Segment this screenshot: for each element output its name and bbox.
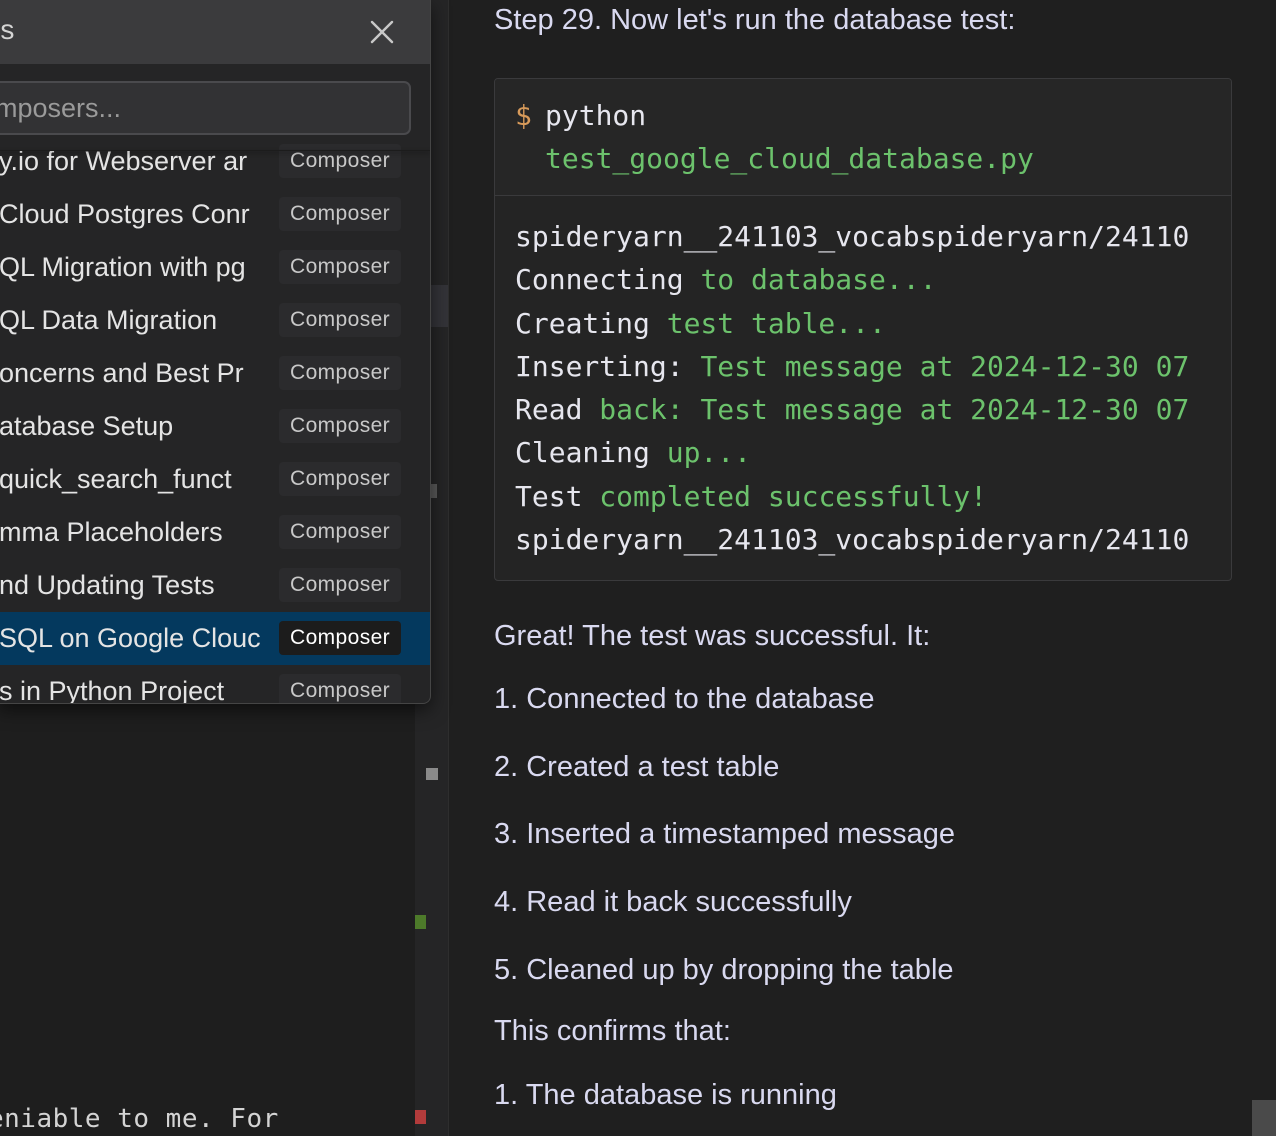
output-line: Inserting: Test message at 2024-12-30 07: [515, 345, 1211, 388]
output-value: to database...: [700, 263, 937, 297]
composer-badge: Composer: [279, 515, 402, 549]
composer-list-item[interactable]: oncerns and Best Pr Composer: [0, 347, 430, 400]
composers-popup: rs y.io for Webserver arComposerCloud Po…: [0, 0, 431, 704]
steps-list-item: 1. Connected to the database: [494, 683, 875, 715]
composer-list-item[interactable]: mma Placeholders Composer: [0, 506, 430, 559]
output-label: Test: [515, 479, 600, 513]
steps-list-item: 5. Cleaned up by dropping the table: [494, 954, 954, 986]
composer-name: atabase Setup: [0, 411, 174, 441]
composer-name: mma Placeholders: [0, 517, 223, 547]
output-value: test table...: [666, 306, 886, 340]
composer-list-item[interactable]: s in Python Project Composer: [0, 665, 430, 704]
output-line: spideryarn__241103_vocabspideryarn/24110: [515, 215, 1211, 258]
composer-badge: Composer: [279, 462, 402, 496]
steps-list-item: 3. Inserted a timestamped message: [494, 818, 956, 850]
composer-badge: Composer: [279, 674, 402, 703]
command-text: python: [545, 99, 647, 132]
output-label: Connecting: [515, 263, 701, 297]
composer-name: y.io for Webserver ar: [0, 146, 248, 176]
output-value: up...: [666, 436, 752, 470]
output-line: spideryarn__241103_vocabspideryarn/24110: [515, 518, 1211, 561]
composer-badge: Composer: [279, 197, 402, 231]
ruler-marker-red: [415, 1110, 426, 1124]
confirm-text: This confirms that:: [494, 1015, 731, 1047]
composer-badge: Composer: [279, 409, 402, 443]
steps-list-item: 4. Read it back successfully: [494, 886, 852, 918]
output-value: back: Test message at 2024-12-30 07: [599, 393, 1190, 427]
output-value: Test message at 2024-12-30 07: [700, 349, 1190, 383]
composer-badge: Composer: [279, 303, 402, 337]
composer-name: quick_search_funct: [0, 464, 232, 494]
command-output: spideryarn__241103_vocabspideryarn/24110…: [515, 215, 1211, 561]
search-composers-input[interactable]: [0, 81, 411, 135]
composer-list-item[interactable]: QL Data Migration Composer: [0, 294, 430, 347]
output-label: spideryarn__241103_vocabspideryarn/24110: [515, 220, 1190, 253]
prompt-symbol: $: [515, 99, 532, 132]
composer-badge: Composer: [279, 356, 402, 390]
composer-name: s in Python Project: [0, 676, 225, 704]
step-heading: Step 29. Now let's run the database test…: [494, 4, 1016, 36]
composer-badge: Composer: [279, 250, 402, 284]
chat-pane: Step 29. Now let's run the database test…: [449, 0, 1276, 1136]
terminal-code-block: $ python test_google_cloud_database.py s…: [494, 78, 1232, 581]
output-line: Test completed successfully!: [515, 475, 1211, 518]
output-label: Cleaning: [515, 436, 667, 470]
output-line: Connecting to database...: [515, 258, 1211, 301]
composer-list-item[interactable]: QL Migration with pg Composer: [0, 241, 430, 294]
output-label: Creating: [515, 306, 667, 340]
close-icon: [370, 20, 394, 44]
composer-badge: Composer: [279, 621, 402, 655]
composer-list-item[interactable]: SQL on Google Clouc Composer: [0, 612, 430, 665]
output-line: Creating test table...: [515, 302, 1211, 345]
success-text: Great! The test was successful. It:: [494, 620, 931, 652]
ruler-marker-gray: [426, 768, 438, 780]
editor-code-line: eniable to me. For: [0, 1104, 279, 1134]
composer-name: Cloud Postgres Conr: [0, 199, 250, 229]
composer-name: nd Updating Tests: [0, 570, 215, 600]
output-line: Cleaning up...: [515, 431, 1211, 474]
confirm-list-item: 1. The database is running: [494, 1079, 837, 1111]
steps-list-item: 2. Created a test table: [494, 751, 780, 783]
composer-list-item[interactable]: nd Updating Tests Composer: [0, 559, 430, 612]
composer-badge: Composer: [279, 568, 402, 602]
scrollbar-thumb[interactable]: [1252, 1100, 1276, 1136]
composer-list-item[interactable]: atabase Setup Composer: [0, 400, 430, 453]
output-line: Read back: Test message at 2024-12-30 07: [515, 388, 1211, 431]
popup-title: rs: [0, 14, 15, 45]
composer-list: y.io for Webserver ar Composer Cloud Postg…: [0, 135, 430, 704]
output-label: Read: [515, 393, 600, 427]
command-filename: test_google_cloud_database.py: [545, 142, 1034, 175]
search-divider: [0, 150, 430, 151]
popup-header: rs: [0, 0, 430, 64]
close-button[interactable]: [364, 14, 400, 50]
composer-name: QL Migration with pg: [0, 252, 246, 282]
composer-list-item[interactable]: quick_search_funct Composer: [0, 453, 430, 506]
command-area: $ python test_google_cloud_database.py: [495, 79, 1231, 196]
composer-list-item[interactable]: y.io for Webserver ar Composer: [0, 135, 430, 188]
composer-name: oncerns and Best Pr: [0, 358, 244, 388]
output-label: spideryarn__241103_vocabspideryarn/24110: [515, 523, 1190, 557]
output-label: Inserting:: [515, 349, 701, 383]
ruler-marker-green: [415, 915, 426, 929]
composer-name: SQL on Google Clouc: [0, 623, 261, 653]
composer-list-item[interactable]: Cloud Postgres Conr Composer: [0, 188, 430, 241]
composer-name: QL Data Migration: [0, 305, 218, 335]
output-value: completed successfully!: [599, 479, 988, 513]
